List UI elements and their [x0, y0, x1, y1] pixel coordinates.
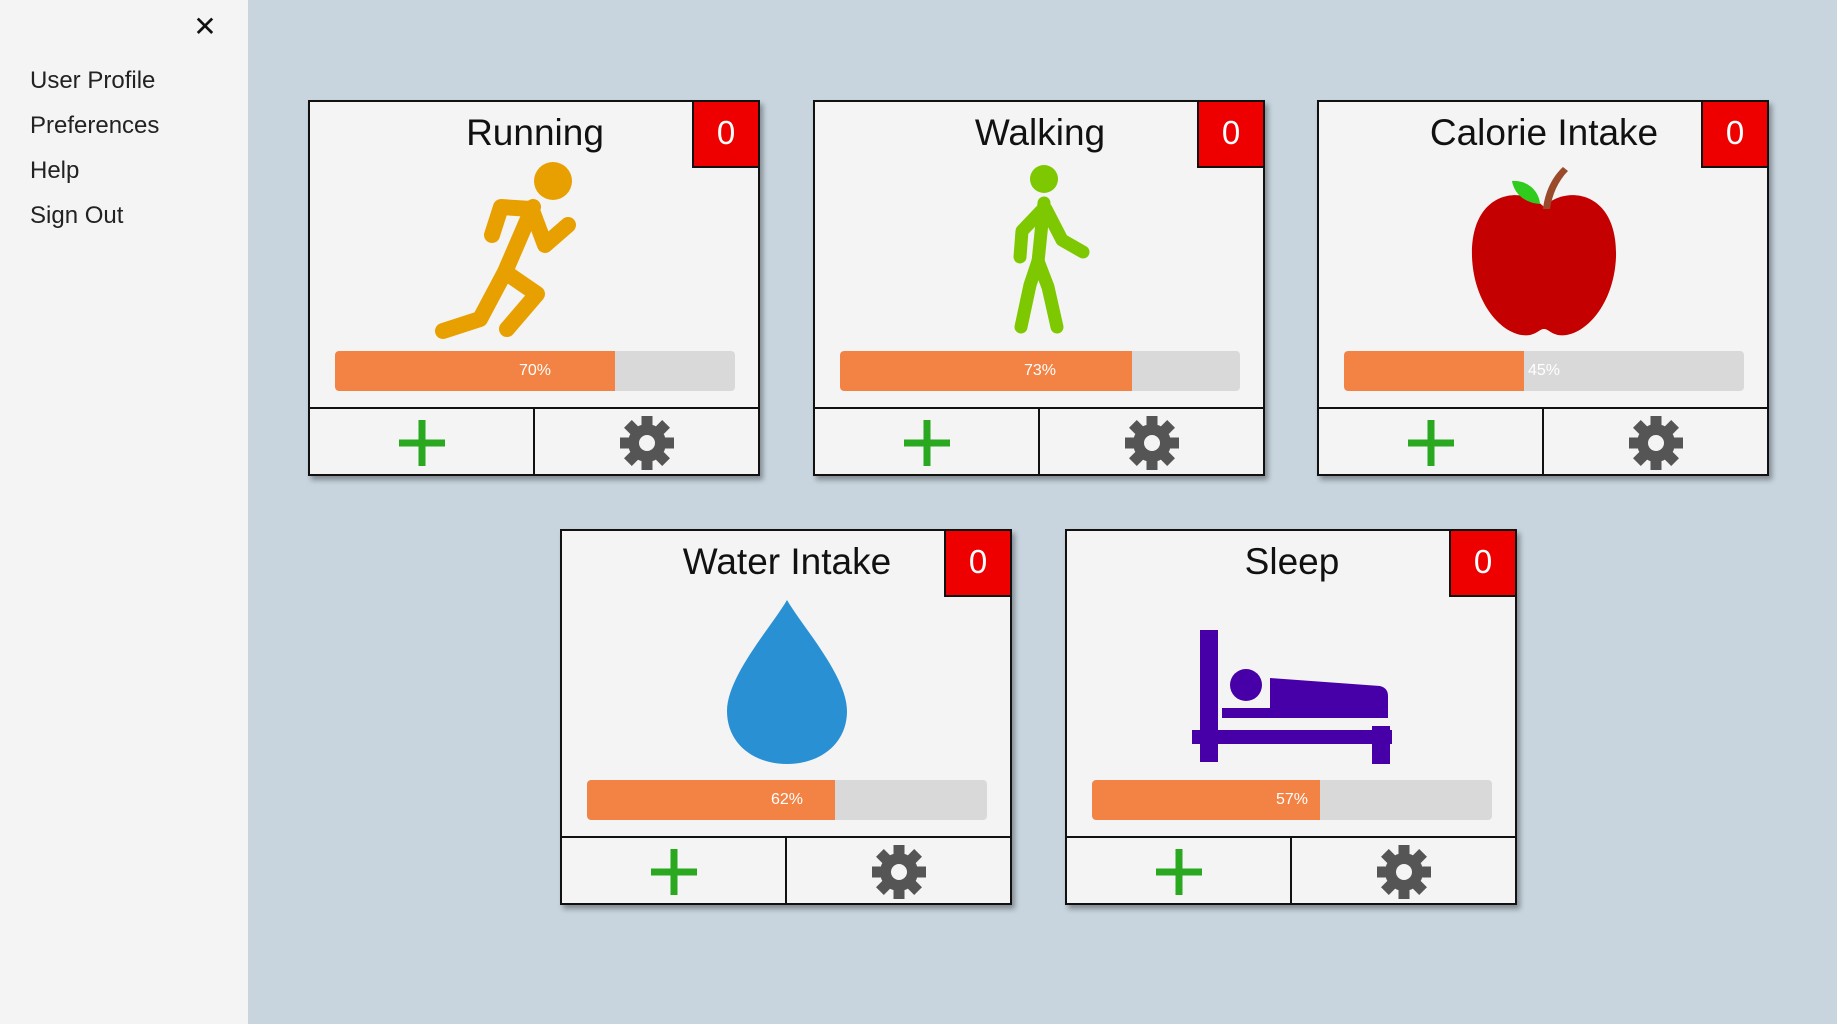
- settings-button[interactable]: [1290, 838, 1515, 905]
- sidebar-item-help[interactable]: Help: [30, 156, 159, 201]
- card-footer: [1067, 836, 1515, 905]
- count-badge: 0: [944, 529, 1012, 597]
- water-drop-icon: [687, 586, 887, 771]
- card-walking: Walking 0 73%: [813, 100, 1265, 476]
- progress-label: 45%: [1527, 362, 1561, 379]
- apple-icon: [1444, 157, 1644, 342]
- plus-icon: [1407, 419, 1454, 466]
- add-button[interactable]: [1067, 838, 1290, 905]
- card-footer: [310, 407, 758, 476]
- sidebar-item-preferences[interactable]: Preferences: [30, 111, 159, 156]
- progress-label: 62%: [770, 791, 804, 808]
- progress-bar: 45%: [1344, 351, 1744, 391]
- card-footer: [1319, 407, 1767, 476]
- plus-icon: [650, 848, 697, 895]
- plus-icon: [903, 419, 950, 466]
- plus-icon: [398, 419, 445, 466]
- card-running: Running 0 70%: [308, 100, 760, 476]
- card-footer: [815, 407, 1263, 476]
- gear-icon: [1628, 415, 1683, 470]
- gear-icon: [1124, 415, 1179, 470]
- sidebar-menu: User Profile Preferences Help Sign Out: [30, 66, 159, 246]
- gear-icon: [1376, 844, 1431, 899]
- add-button[interactable]: [815, 409, 1038, 476]
- progress-label: 73%: [1023, 362, 1057, 379]
- settings-button[interactable]: [533, 409, 758, 476]
- bed-icon: [1192, 586, 1392, 771]
- settings-button[interactable]: [1038, 409, 1263, 476]
- progress-bar: 70%: [335, 351, 735, 391]
- progress-bar: 73%: [840, 351, 1240, 391]
- card-footer: [562, 836, 1010, 905]
- add-button[interactable]: [562, 838, 785, 905]
- plus-icon: [1155, 848, 1202, 895]
- running-person-icon: [435, 157, 635, 342]
- card-sleep: Sleep 0 57%: [1065, 529, 1517, 905]
- progress-bar: 62%: [587, 780, 987, 820]
- add-button[interactable]: [1319, 409, 1542, 476]
- sidebar: ✕ User Profile Preferences Help Sign Out: [0, 0, 248, 1024]
- progress-bar: 57%: [1092, 780, 1492, 820]
- add-button[interactable]: [310, 409, 533, 476]
- progress-label: 70%: [518, 362, 552, 379]
- sidebar-item-sign-out[interactable]: Sign Out: [30, 201, 159, 246]
- close-icon[interactable]: ✕: [190, 12, 220, 42]
- settings-button[interactable]: [1542, 409, 1767, 476]
- count-badge: 0: [692, 100, 760, 168]
- gear-icon: [871, 844, 926, 899]
- count-badge: 0: [1701, 100, 1769, 168]
- progress-label: 57%: [1275, 791, 1309, 808]
- count-badge: 0: [1197, 100, 1265, 168]
- card-water-intake: Water Intake 0 62%: [560, 529, 1012, 905]
- settings-button[interactable]: [785, 838, 1010, 905]
- gear-icon: [619, 415, 674, 470]
- card-calorie-intake: Calorie Intake 0 45%: [1317, 100, 1769, 476]
- walking-person-icon: [940, 157, 1140, 342]
- count-badge: 0: [1449, 529, 1517, 597]
- sidebar-item-user-profile[interactable]: User Profile: [30, 66, 159, 111]
